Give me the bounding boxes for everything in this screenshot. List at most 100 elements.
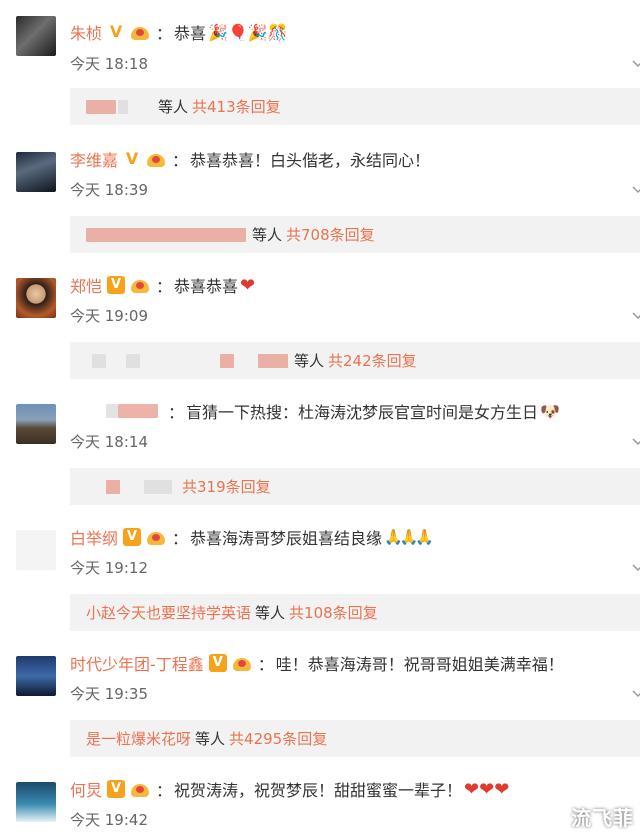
avatar[interactable] <box>16 152 56 192</box>
comment-time: 今天 18:39 <box>70 181 148 199</box>
chevron-down-icon[interactable] <box>632 312 640 320</box>
avatar[interactable] <box>16 782 56 822</box>
comment-header: ： 盲猜一下热搜：杜海涛沈梦辰官宣时间是女方生日 🐶 <box>70 398 560 424</box>
colon: ： <box>257 655 274 674</box>
comment-text: 恭喜恭喜！白头偕老，永结同心！ <box>190 151 431 170</box>
watermark: 流飞菲 <box>571 806 634 830</box>
avatar[interactable] <box>16 404 56 444</box>
heart-icon: ❤ <box>240 274 256 296</box>
blurred-username <box>118 404 158 418</box>
comment-item: 李维嘉 V ： 恭喜恭喜！白头偕老，永结同心！ 今天 18:39 等人 共708… <box>0 126 640 253</box>
comment-item: 何炅 V ： 祝贺涛涛，祝贺梦辰！甜甜蜜蜜一辈子！ ❤❤❤ 今天 19:42 <box>0 756 640 835</box>
verified-badge-icon: V <box>107 23 126 41</box>
comment-text: 恭喜恭喜 <box>174 277 239 296</box>
comment-time: 今天 19:09 <box>70 307 148 325</box>
verified-badge-icon: V <box>107 780 126 798</box>
username[interactable]: 郑恺 <box>70 273 102 297</box>
blurred-replier <box>126 353 140 368</box>
comment-time: 今天 18:18 <box>70 55 148 73</box>
blurred-replier <box>118 99 128 114</box>
vip-crown-icon <box>232 654 252 672</box>
vip-crown-icon <box>130 780 150 798</box>
colon: ： <box>156 781 173 800</box>
comment-text: 恭喜海涛哥梦辰姐喜结良缘 <box>190 529 383 548</box>
colon: ： <box>172 529 189 548</box>
reply-count-link[interactable]: 共319条回复 <box>182 476 271 497</box>
comment-text: 祝贺涛涛，祝贺梦辰！甜甜蜜蜜一辈子！ <box>174 781 463 800</box>
reply-summary[interactable]: 等人 共708条回复 <box>70 216 640 253</box>
comment-text: 盲猜一下热搜：杜海涛沈梦辰官宣时间是女方生日 <box>186 403 539 422</box>
chevron-down-icon[interactable] <box>632 564 640 572</box>
reply-summary[interactable]: 共319条回复 <box>70 468 640 505</box>
comment-item: 白举纲 V ： 恭喜海涛哥梦辰姐喜结良缘 🙏🙏🙏 今天 19:12 小赵今天也要… <box>0 504 640 631</box>
reply-count-link[interactable]: 共108条回复 <box>289 602 378 623</box>
dog-emoji-icon: 🐶 <box>540 401 560 421</box>
reply-count-link[interactable]: 共413条回复 <box>192 96 281 117</box>
comment-item: 郑恺 V ： 恭喜恭喜 ❤ 今天 19:09 等人 共242条回复 <box>0 252 640 379</box>
praying-hands-icon: 🙏🙏🙏 <box>384 528 434 546</box>
others-label: 等人 <box>255 604 286 622</box>
username[interactable]: 朱桢 <box>70 20 102 44</box>
avatar[interactable] <box>16 16 56 56</box>
chevron-down-icon[interactable] <box>632 438 640 446</box>
blurred-replier <box>86 99 116 114</box>
reply-summary[interactable]: 是一粒爆米花呀 等人 共4295条回复 <box>70 720 640 757</box>
reply-count-link[interactable]: 共4295条回复 <box>229 728 327 749</box>
avatar[interactable] <box>16 656 56 696</box>
vip-crown-icon <box>146 528 166 546</box>
heart-icon: ❤❤❤ <box>464 778 510 800</box>
verified-badge-icon: V <box>123 150 142 168</box>
avatar[interactable] <box>16 530 56 570</box>
vip-crown-icon <box>146 150 166 168</box>
avatar[interactable] <box>16 278 56 318</box>
blurred-replier <box>220 353 234 368</box>
vip-crown-icon <box>130 276 150 294</box>
others-label: 等人 <box>195 730 226 748</box>
comment-header: 郑恺 V ： 恭喜恭喜 ❤ <box>70 272 255 298</box>
colon: ： <box>172 151 189 170</box>
verified-badge-icon: V <box>107 276 126 294</box>
others-label: 等人 <box>294 352 325 370</box>
others-label: 等人 <box>252 226 283 244</box>
comment-text: 恭喜 <box>174 24 207 43</box>
reply-summary[interactable]: 小赵今天也要坚持学英语 等人 共108条回复 <box>70 594 640 631</box>
username[interactable]: 白举纲 <box>70 525 118 549</box>
blurred-replier <box>258 353 288 368</box>
blurred-replier <box>106 479 120 494</box>
comment-item: 朱桢 V ： 恭喜 🎉🎈🎉🎊 今天 18:18 等人 共413条回复 <box>0 0 640 126</box>
comment-header: 何炅 V ： 祝贺涛涛，祝贺梦辰！甜甜蜜蜜一辈子！ ❤❤❤ <box>70 776 509 802</box>
chevron-down-icon[interactable] <box>632 690 640 698</box>
comment-time: 今天 19:35 <box>70 685 148 703</box>
verified-badge-icon: V <box>123 528 142 546</box>
reply-summary[interactable]: 等人 共413条回复 <box>70 88 640 125</box>
comment-time: 今天 18:14 <box>70 433 148 451</box>
comment-text: 哇！恭喜海涛哥！祝哥哥姐姐美满幸福！ <box>275 655 564 674</box>
username[interactable]: 李维嘉 <box>70 147 118 171</box>
blurred-replier <box>144 479 172 494</box>
reply-count-link[interactable]: 共708条回复 <box>286 224 375 245</box>
comment-item: ： 盲猜一下热搜：杜海涛沈梦辰官宣时间是女方生日 🐶 今天 18:14 共319… <box>0 378 640 505</box>
reply-summary[interactable]: 等人 共242条回复 <box>70 342 640 379</box>
colon: ： <box>156 24 173 43</box>
colon: ： <box>168 403 185 422</box>
username[interactable]: 时代少年团-丁程鑫 <box>70 651 204 675</box>
vip-crown-icon <box>130 23 150 41</box>
chevron-down-icon[interactable] <box>632 186 640 194</box>
blurred-username <box>106 404 118 418</box>
blurred-replier <box>86 227 246 242</box>
colon: ： <box>156 277 173 296</box>
comment-header: 朱桢 V ： 恭喜 🎉🎈🎉🎊 <box>70 19 288 45</box>
reply-count-link[interactable]: 共242条回复 <box>328 350 417 371</box>
comment-header: 时代少年团-丁程鑫 V ： 哇！恭喜海涛哥！祝哥哥姐姐美满幸福！ <box>70 650 564 676</box>
verified-badge-icon: V <box>208 654 227 672</box>
comment-header: 白举纲 V ： 恭喜海涛哥梦辰姐喜结良缘 🙏🙏🙏 <box>70 524 434 550</box>
party-emoji-icon: 🎉🎈🎉🎊 <box>208 22 288 42</box>
chevron-down-icon[interactable] <box>632 60 640 68</box>
blurred-replier <box>92 353 106 368</box>
replier-name[interactable]: 小赵今天也要坚持学英语 <box>86 602 251 623</box>
comment-time: 今天 19:42 <box>70 811 148 829</box>
username[interactable]: 何炅 <box>70 777 102 801</box>
others-label: 等人 <box>158 98 189 116</box>
comment-header: 李维嘉 V ： 恭喜恭喜！白头偕老，永结同心！ <box>70 146 430 172</box>
replier-name[interactable]: 是一粒爆米花呀 <box>86 728 191 749</box>
